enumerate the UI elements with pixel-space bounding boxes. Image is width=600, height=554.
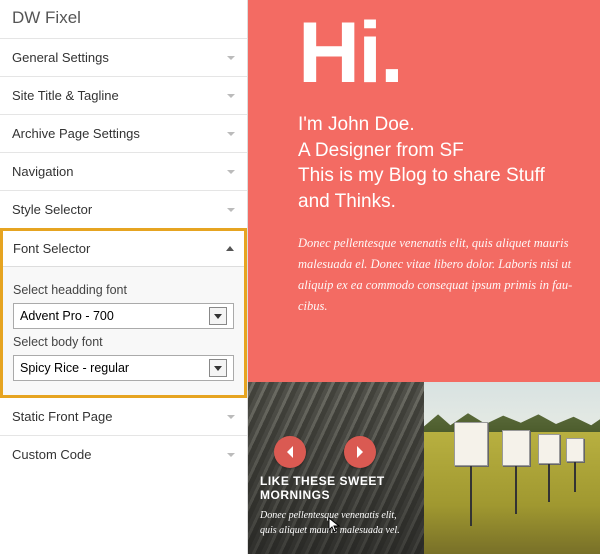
section-font-selector-expanded: Font Selector Select headding font Adven… [0,228,247,398]
body-font-select[interactable]: Spicy Rice - regular [13,355,234,381]
chevron-down-icon [227,94,235,98]
section-label: Archive Page Settings [12,126,140,141]
section-label: General Settings [12,50,109,65]
hero-block: Hi. I'm John Doe.A Designer from SFThis … [248,0,600,382]
section-general-settings[interactable]: General Settings [0,38,247,76]
section-label: Font Selector [13,241,90,256]
section-label: Custom Code [12,447,91,462]
chevron-down-icon [227,415,235,419]
hero-intro: I'm John Doe.A Designer from SFThis is m… [298,112,576,215]
chevron-down-icon [227,170,235,174]
chevron-down-icon [227,56,235,60]
chevron-down-icon [227,453,235,457]
heading-font-label: Select headding font [13,283,234,297]
body-font-value: Spicy Rice - regular [20,361,129,375]
dropdown-icon [209,307,227,325]
section-site-title[interactable]: Site Title & Tagline [0,76,247,114]
cursor-icon [328,517,342,540]
post-overlay: LIKE THESE SWEET MORNINGS Donec pellente… [248,464,424,554]
section-label: Site Title & Tagline [12,88,119,103]
heading-font-select[interactable]: Advent Pro - 700 [13,303,234,329]
section-archive-page[interactable]: Archive Page Settings [0,114,247,152]
section-navigation[interactable]: Navigation [0,152,247,190]
post-thumb-1[interactable]: LIKE THESE SWEET MORNINGS Donec pellente… [248,382,424,554]
post-title: LIKE THESE SWEET MORNINGS [260,474,412,502]
carousel-arrows [274,436,376,468]
font-selector-body: Select headding font Advent Pro - 700 Se… [3,267,244,395]
chevron-down-icon [227,132,235,136]
section-label: Style Selector [12,202,92,217]
post-thumb-2[interactable] [424,382,600,554]
section-custom-code[interactable]: Custom Code [0,435,247,473]
hero-body-text: Donec pellentesque venenatis elit, quis … [298,233,576,318]
dropdown-icon [209,359,227,377]
live-preview: Hi. I'm John Doe.A Designer from SFThis … [248,0,600,554]
section-style-selector[interactable]: Style Selector [0,190,247,228]
font-selector-header[interactable]: Font Selector [3,231,244,267]
carousel-next-button[interactable] [344,436,376,468]
section-label: Static Front Page [12,409,112,424]
chevron-up-icon [226,246,234,251]
chevron-down-icon [227,208,235,212]
heading-font-value: Advent Pro - 700 [20,309,114,323]
customizer-sidebar: DW Fixel General Settings Site Title & T… [0,0,248,554]
post-thumbnails: LIKE THESE SWEET MORNINGS Donec pellente… [248,382,600,554]
theme-title: DW Fixel [0,0,247,38]
carousel-prev-button[interactable] [274,436,306,468]
body-font-label: Select body font [13,335,234,349]
hero-greeting: Hi. [298,10,576,96]
section-label: Navigation [12,164,73,179]
section-static-front-page[interactable]: Static Front Page [0,398,247,435]
